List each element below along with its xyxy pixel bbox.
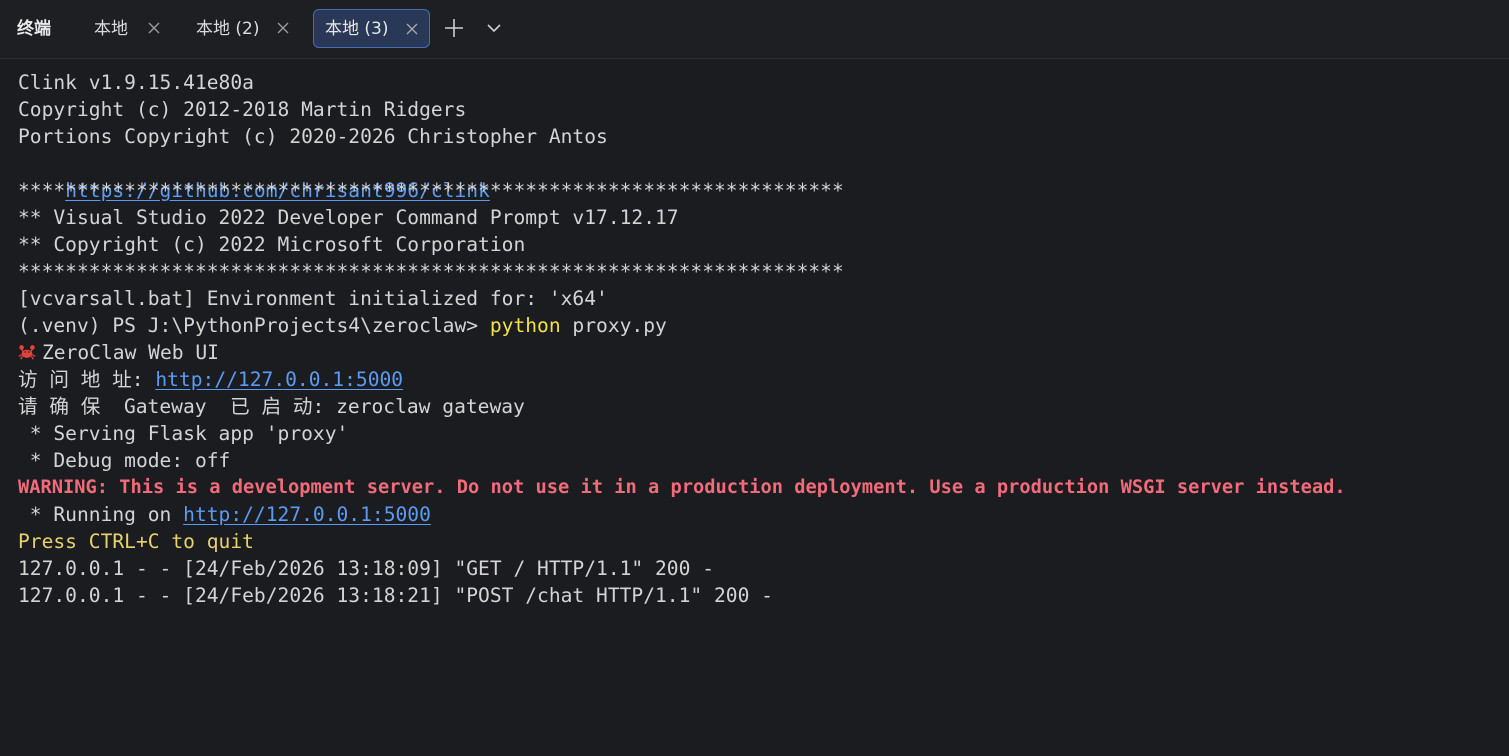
terminal-line: 127.0.0.1 - - [24/Feb/2026 13:18:09] "GE…: [18, 557, 714, 580]
terminal-line: * Running on http://127.0.0.1:5000: [18, 501, 431, 528]
terminal-line: ** Copyright (c) 2022 Microsoft Corporat…: [18, 233, 526, 256]
terminal-line: * Serving Flask app 'proxy': [18, 422, 349, 445]
close-icon[interactable]: [146, 20, 162, 36]
terminal-line: (.venv) PS J:\PythonProjects4\zeroclaw> …: [18, 312, 667, 339]
terminal-line: ****************************************…: [18, 179, 844, 202]
running-on-label: * Running on: [18, 503, 184, 526]
terminal-line: https://github.com/chrisant996/clink: [18, 150, 490, 202]
chevron-down-icon: [487, 24, 501, 33]
terminal-line: [vcvarsall.bat] Environment initialized …: [18, 287, 608, 310]
terminal-line: * Debug mode: off: [18, 449, 231, 472]
tab-dropdown-button[interactable]: [480, 14, 508, 42]
shell-prompt: (.venv) PS J:\PythonProjects4\zeroclaw>: [18, 314, 490, 337]
tab-local-1[interactable]: 本地: [82, 9, 172, 48]
new-tab-button[interactable]: [440, 14, 468, 42]
app-banner: ZeroClaw Web UI: [42, 341, 219, 364]
crab-icon: [18, 345, 36, 360]
tab-label: 本地 (2): [196, 18, 260, 39]
running-server-link[interactable]: http://127.0.0.1:5000: [183, 503, 431, 526]
terminal-line: Copyright (c) 2012-2018 Martin Ridgers: [18, 98, 467, 121]
plus-icon: [445, 19, 463, 37]
tab-label: 本地 (3): [325, 18, 389, 39]
terminal-line: ****************************************…: [18, 260, 844, 283]
terminal-output[interactable]: Clink v1.9.15.41e80a Copyright (c) 2012-…: [0, 60, 1509, 756]
terminal-line: 访 问 地 址: http://127.0.0.1:5000: [18, 366, 403, 393]
command-name: python: [489, 314, 561, 337]
terminal-line: 127.0.0.1 - - [24/Feb/2026 13:18:21] "PO…: [18, 584, 773, 607]
terminal-line: Portions Copyright (c) 2020-2026 Christo…: [18, 125, 608, 148]
app-title: 终端: [17, 19, 51, 39]
close-icon[interactable]: [275, 20, 291, 36]
tab-local-3[interactable]: 本地 (3): [313, 9, 430, 48]
tab-bar: 终端 本地 本地 (2) 本地 (3): [0, 0, 1509, 59]
terminal-line: 请 确 保 Gateway 已 启 动: zeroclaw gateway: [18, 395, 525, 418]
command-args: proxy.py: [560, 314, 667, 337]
access-address-label: 访 问 地 址:: [18, 368, 156, 391]
quit-hint-line: Press CTRL+C to quit: [18, 530, 254, 553]
terminal-line: ZeroClaw Web UI: [18, 339, 219, 366]
close-icon[interactable]: [404, 21, 420, 37]
terminal-line: ** Visual Studio 2022 Developer Command …: [18, 206, 679, 229]
tab-local-2[interactable]: 本地 (2): [184, 9, 304, 48]
warning-line: WARNING: This is a development server. D…: [18, 477, 1346, 498]
terminal-line: Clink v1.9.15.41e80a: [18, 71, 254, 94]
tab-label: 本地: [94, 18, 128, 39]
local-server-link[interactable]: http://127.0.0.1:5000: [155, 368, 403, 391]
